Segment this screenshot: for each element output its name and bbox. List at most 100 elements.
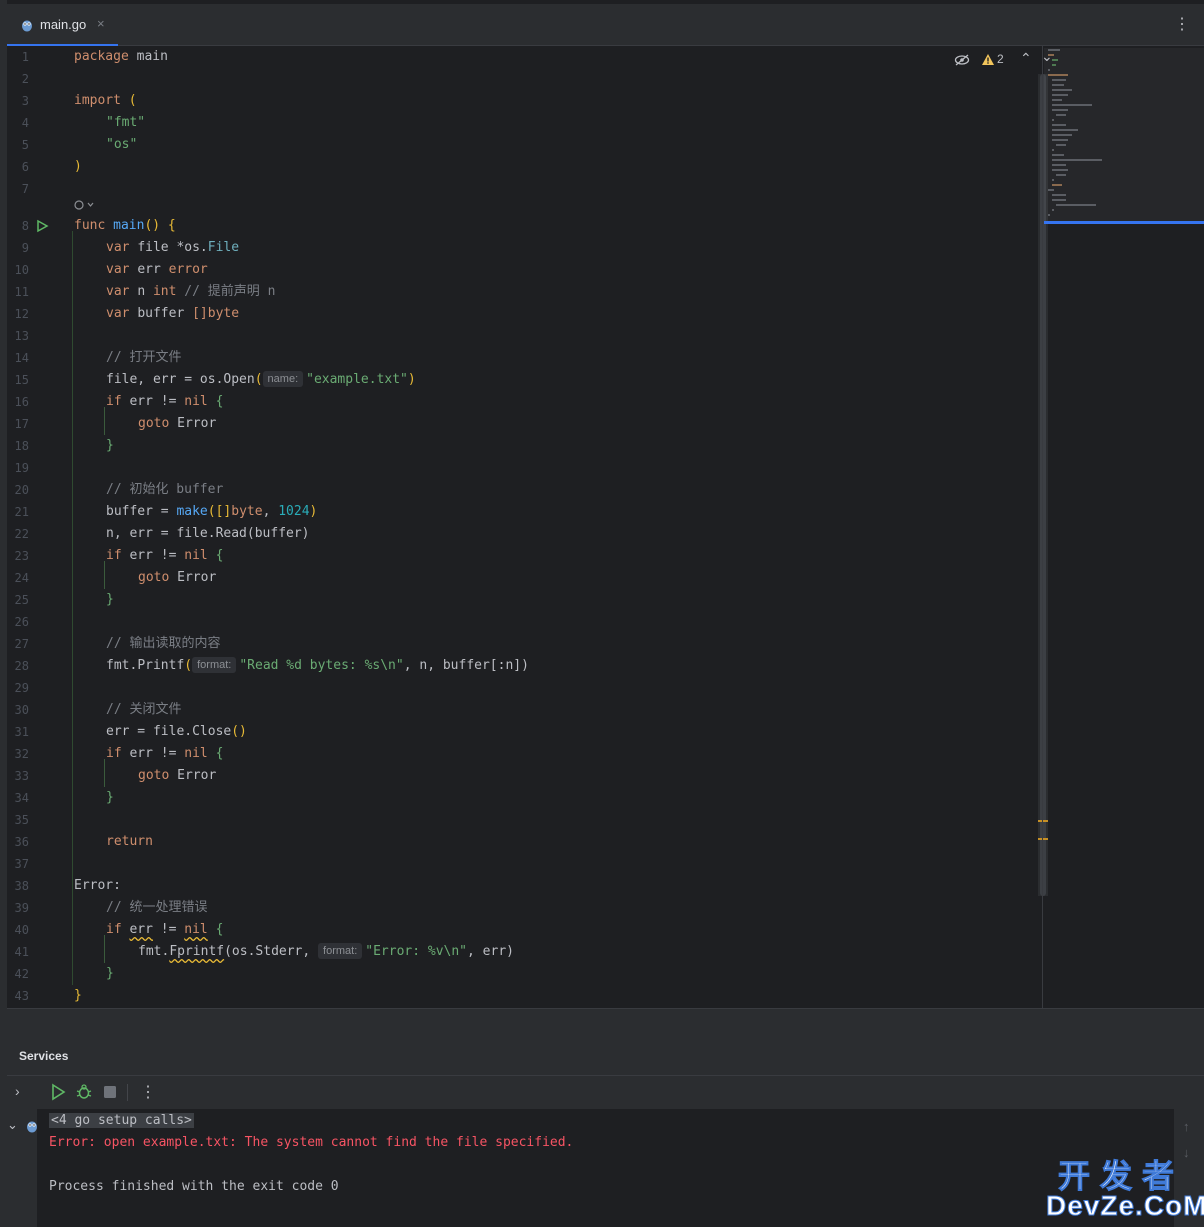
collapse-chevron-icon[interactable]: ⌄ xyxy=(7,1117,18,1133)
line-number: 16 xyxy=(14,395,29,409)
code-line-8: func main() { xyxy=(74,218,176,233)
rerun-icon[interactable] xyxy=(49,1083,67,1101)
parameter-hint: format: xyxy=(192,657,237,673)
line-number: 26 xyxy=(14,615,29,629)
parameter-hint: format: xyxy=(318,943,363,959)
toolbar-separator xyxy=(127,1084,128,1101)
line-number: 7 xyxy=(21,182,29,196)
go-file-icon xyxy=(22,20,32,32)
code-line-12: var buffer []byte xyxy=(106,306,240,321)
line-number: 30 xyxy=(14,703,29,717)
code-line-1: package main xyxy=(74,49,168,64)
warning-icon[interactable] xyxy=(981,53,995,66)
run-gutter-icon[interactable] xyxy=(35,219,49,233)
line-number: 17 xyxy=(14,417,29,431)
line-number: 18 xyxy=(14,439,29,453)
code-area[interactable]: package main import ( "fmt" "os" ) func … xyxy=(72,46,1034,1008)
code-line-25: } xyxy=(106,592,114,607)
line-number-gutter: 1 2 3 4 5 6 7 8 9 10 11 12 13 14 15 16 17 18 19 20 21 22 23 24 2… xyxy=(7,46,67,1008)
minimap-line xyxy=(1048,69,1050,71)
warning-count[interactable]: 2 xyxy=(997,52,1004,66)
line-number: 12 xyxy=(14,307,29,321)
editor-tab-bar: main.go × ⋮ xyxy=(7,4,1204,47)
previous-problem-icon[interactable]: ⌃ xyxy=(1020,50,1032,67)
indent-guide xyxy=(104,935,105,963)
code-line-30: // 关闭文件 xyxy=(106,702,182,717)
folded-setup-calls[interactable]: <4 go setup calls> xyxy=(49,1113,194,1128)
minimap-line xyxy=(1056,174,1066,176)
minimap-line xyxy=(1052,179,1054,181)
close-tab-icon[interactable]: × xyxy=(97,16,105,31)
line-number: 39 xyxy=(14,901,29,915)
minimap-line xyxy=(1052,119,1054,121)
line-number: 24 xyxy=(14,571,29,585)
tab-options-menu-icon[interactable]: ⋮ xyxy=(1174,14,1190,34)
minimap-line xyxy=(1048,74,1068,76)
services-panel: Services › ⋮ ⌄ <4 go setup calls> Error:… xyxy=(7,1008,1204,1227)
line-number: 38 xyxy=(14,879,29,893)
code-line-6: ) xyxy=(74,159,82,174)
code-line-31: err = file.Close() xyxy=(106,724,247,739)
minimap-line xyxy=(1052,89,1072,91)
more-options-icon[interactable]: ⋮ xyxy=(140,1082,156,1102)
line-number: 6 xyxy=(21,160,29,174)
minimap-line xyxy=(1052,194,1066,196)
code-line-16: if err != nil { xyxy=(106,394,224,409)
line-number: 43 xyxy=(14,989,29,1003)
code-editor[interactable]: 1 2 3 4 5 6 7 8 9 10 11 12 13 14 15 16 17 18 19 20 21 22 23 24 2… xyxy=(7,46,1204,1008)
line-number: 20 xyxy=(14,483,29,497)
code-line-9: var file *os.File xyxy=(106,240,240,255)
line-number: 11 xyxy=(14,285,29,299)
minimap-line xyxy=(1052,59,1058,61)
line-number: 34 xyxy=(14,791,29,805)
watermark-bottom-text: DevZe.CoM xyxy=(1046,1190,1204,1221)
code-line-4: "fmt" xyxy=(106,115,146,130)
minimap-line xyxy=(1052,164,1066,166)
code-line-11: var n int // 提前声明 n xyxy=(106,284,276,299)
reader-mode-eye-icon[interactable] xyxy=(954,53,970,67)
watermark-top-text: 开发者 xyxy=(1057,1158,1184,1194)
line-number: 21 xyxy=(14,505,29,519)
line-number: 31 xyxy=(14,725,29,739)
ide-window: main.go × ⋮ 1 2 3 4 5 6 7 8 9 10 11 12 13 14 15 16 17 18 1… xyxy=(0,0,1204,1227)
line-number: 8 xyxy=(21,219,29,233)
indent-guide xyxy=(104,759,105,787)
indent-guide xyxy=(104,561,105,589)
minimap-line xyxy=(1052,99,1062,101)
indent-guide xyxy=(72,231,73,985)
line-number: 3 xyxy=(21,94,29,108)
minimap-line xyxy=(1052,109,1068,111)
debug-icon[interactable] xyxy=(75,1083,93,1101)
minimap-line xyxy=(1052,149,1054,151)
code-line-27: // 输出读取的内容 xyxy=(106,636,221,651)
code-line-38: Error: xyxy=(74,878,121,893)
line-number: 42 xyxy=(14,967,29,981)
indent-guide xyxy=(104,407,105,435)
line-number: 27 xyxy=(14,637,29,651)
expand-tree-chevron-icon[interactable]: › xyxy=(15,1083,20,1099)
codelens-icon[interactable] xyxy=(74,199,94,214)
line-number: 1 xyxy=(21,50,29,64)
code-line-20: // 初始化 buffer xyxy=(106,482,224,497)
stop-icon[interactable] xyxy=(101,1083,119,1101)
code-line-43: } xyxy=(74,988,82,1003)
code-line-33: goto Error xyxy=(138,768,217,783)
minimap-viewport[interactable] xyxy=(1044,48,1204,224)
parameter-hint: name: xyxy=(262,371,304,387)
code-line-10: var err error xyxy=(106,262,208,277)
tab-main-go[interactable]: main.go × xyxy=(7,4,118,47)
line-number: 22 xyxy=(14,527,29,541)
minimap-line xyxy=(1052,169,1068,171)
scroll-up-icon[interactable]: ↑ xyxy=(1183,1119,1190,1134)
minimap-line xyxy=(1048,49,1060,51)
code-minimap[interactable] xyxy=(1042,46,1204,1008)
code-line-21: buffer = make([]byte, 1024) xyxy=(106,504,318,519)
line-number: 5 xyxy=(21,138,29,152)
run-console-output[interactable]: <4 go setup calls> Error: open example.t… xyxy=(37,1109,1174,1227)
line-number: 25 xyxy=(14,593,29,607)
minimap-line xyxy=(1052,64,1056,66)
watermark-logo: 开发者 DevZe.CoM xyxy=(1046,1158,1204,1222)
minimap-line xyxy=(1056,114,1066,116)
minimap-line xyxy=(1052,154,1064,156)
console-exit-line: Process finished with the exit code 0 xyxy=(49,1179,339,1194)
